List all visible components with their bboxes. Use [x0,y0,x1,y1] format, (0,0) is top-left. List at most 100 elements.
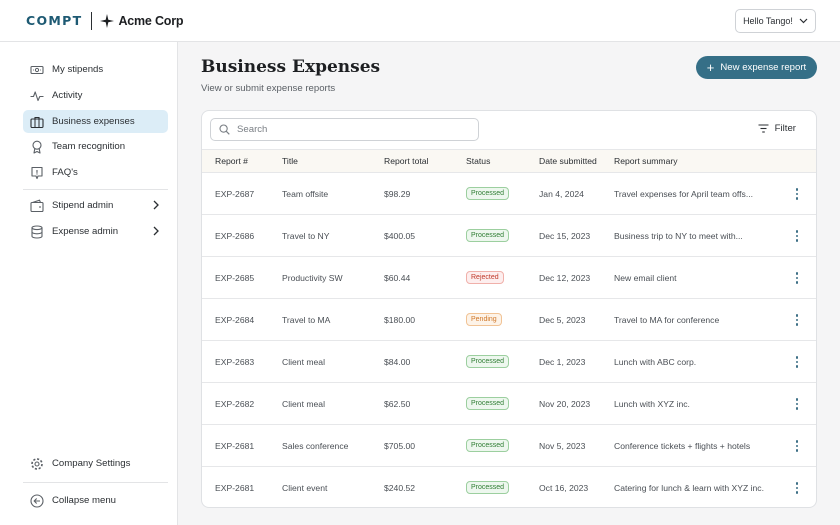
table-row[interactable]: EXP-2686 Travel to NY $400.05 Processed … [202,215,816,257]
report-number: EXP-2686 [215,231,255,241]
sidebar-item-stipend-admin[interactable]: Stipend admin [23,194,168,217]
table-row[interactable]: EXP-2684 Travel to MA $180.00 Pending De… [202,299,816,341]
page-subtitle: View or submit expense reports [201,83,336,94]
filter-icon [758,124,769,133]
sidebar-item-business-expenses[interactable]: Business expenses [23,110,168,133]
report-total: $84.00 [384,357,411,367]
more-options-icon[interactable] [795,314,799,326]
logo-divider [91,11,93,30]
column-header-report-number[interactable]: Report # [215,150,248,172]
column-header-date-submitted[interactable]: Date submitted [539,150,597,172]
more-options-icon[interactable] [795,188,799,200]
svg-text:!: ! [36,168,39,176]
sidebar-item-company-settings[interactable]: Company Settings [23,452,168,475]
more-options-icon[interactable] [795,398,799,410]
table-row[interactable]: EXP-2687 Team offsite $98.29 Processed J… [202,173,816,215]
chevron-right-icon [153,226,159,236]
chevron-right-icon [153,200,159,210]
new-expense-report-label: New expense report [720,62,807,73]
report-title: Productivity SW [282,273,343,283]
filter-button[interactable]: Filter [758,123,796,134]
date-submitted: Dec 1, 2023 [539,357,586,367]
sidebar: My stipends Activity Business expenses T… [0,42,178,525]
report-summary: Catering for lunch & learn with XYZ inc. [614,483,764,493]
new-expense-report-button[interactable]: + New expense report [696,56,817,79]
report-summary: Travel to MA for conference [614,315,720,325]
date-submitted: Dec 5, 2023 [539,315,586,325]
status-badge: Pending [466,313,502,326]
table-row[interactable]: EXP-2685 Productivity SW $60.44 Rejected… [202,257,816,299]
logo[interactable]: COMPT Acme Corp [26,0,184,42]
report-total: $705.00 [384,441,416,451]
report-total: $400.05 [384,231,416,241]
sidebar-item-expense-admin[interactable]: Expense admin [23,220,168,243]
report-total: $98.29 [384,189,411,199]
more-options-icon[interactable] [795,482,799,494]
search-input[interactable] [237,124,457,135]
more-options-icon[interactable] [795,272,799,284]
status-badge: Processed [466,229,510,242]
report-total: $62.50 [384,399,411,409]
expenses-table-card: Filter Report # Title Report total Statu… [201,110,817,508]
date-submitted: Jan 4, 2024 [539,189,584,199]
report-number: EXP-2682 [215,399,255,409]
sidebar-item-faq[interactable]: ! FAQ's [23,161,168,184]
gear-icon [30,457,44,471]
status-badge: Processed [466,355,510,368]
company-name: Acme Corp [118,13,184,28]
column-header-report-total[interactable]: Report total [384,150,428,172]
report-summary: Travel expenses for April team offs... [614,189,753,199]
sidebar-item-label: Expense admin [52,226,119,237]
more-options-icon[interactable] [795,230,799,242]
wallet-icon [30,199,44,213]
status-badge: Processed [466,439,510,452]
sidebar-divider [23,189,168,190]
page-title: Business Expenses [201,57,381,77]
table-row[interactable]: EXP-2683 Client meal $84.00 Processed De… [202,341,816,383]
sidebar-item-label: Business expenses [52,116,135,127]
help-icon: ! [30,166,44,180]
table-header: Report # Title Report total Status Date … [202,149,816,173]
report-number: EXP-2683 [215,357,255,367]
date-submitted: Dec 15, 2023 [539,231,591,241]
status-badge: Processed [466,481,510,494]
report-total: $60.44 [384,273,411,283]
sidebar-item-activity[interactable]: Activity [23,84,168,107]
sidebar-item-label: FAQ's [52,167,78,178]
award-icon [30,140,44,154]
report-title: Travel to NY [282,231,330,241]
report-title: Client meal [282,399,325,409]
date-submitted: Nov 5, 2023 [539,441,586,451]
column-header-report-summary[interactable]: Report summary [614,150,678,172]
money-icon [30,63,44,77]
report-summary: Lunch with ABC corp. [614,357,697,367]
report-title: Client event [282,483,328,493]
report-title: Travel to MA [282,315,331,325]
sidebar-item-my-stipends[interactable]: My stipends [23,58,168,81]
report-number: EXP-2687 [215,189,255,199]
report-title: Client meal [282,357,325,367]
more-options-icon[interactable] [795,356,799,368]
sidebar-item-team-recognition[interactable]: Team recognition [23,135,168,158]
more-options-icon[interactable] [795,440,799,452]
sidebar-item-label: Collapse menu [52,495,116,506]
search-box[interactable] [210,118,479,141]
sidebar-item-label: Team recognition [52,141,126,152]
report-summary: Business trip to NY to meet with... [614,231,743,241]
table-row[interactable]: EXP-2681 Client event $240.52 Processed … [202,467,816,507]
report-total: $180.00 [384,315,416,325]
user-menu-button[interactable]: Hello Tango! [735,9,816,33]
table-row[interactable]: EXP-2681 Sales conference $705.00 Proces… [202,425,816,467]
sidebar-item-label: Stipend admin [52,200,114,211]
table-row[interactable]: EXP-2682 Client meal $62.50 Processed No… [202,383,816,425]
report-number: EXP-2685 [215,273,255,283]
column-header-status[interactable]: Status [466,150,490,172]
date-submitted: Oct 16, 2023 [539,483,589,493]
report-title: Sales conference [282,441,349,451]
sidebar-item-label: Company Settings [52,458,131,469]
collapse-menu-button[interactable]: Collapse menu [23,489,168,512]
column-header-title[interactable]: Title [282,150,298,172]
sidebar-divider [23,482,168,483]
top-bar: COMPT Acme Corp Hello Tango! [0,0,840,42]
report-summary: Lunch with XYZ inc. [614,399,690,409]
